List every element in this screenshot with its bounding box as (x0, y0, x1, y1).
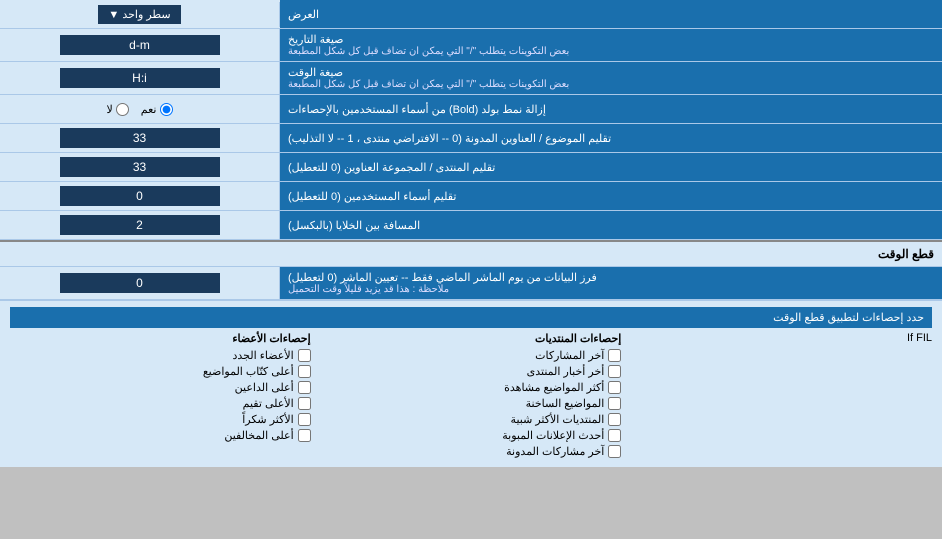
forum-trim-row: تقليم المنتدى / المجموعة العناوين (0 للت… (0, 153, 942, 182)
display-dropdown[interactable]: سطر واحد ▼ (98, 5, 180, 24)
bold-input-container: نعم لا (0, 95, 280, 123)
display-row: العرض سطر واحد ▼ (0, 0, 942, 29)
cb-most-viewed[interactable]: أكثر المواضيع مشاهدة (321, 381, 622, 394)
checkboxes-header: حدد إحصاءات لتطبيق قطع الوقت (10, 307, 932, 328)
cb-classifieds[interactable]: أحدث الإعلانات المبوبة (321, 429, 622, 442)
bold-no-radio[interactable] (116, 103, 129, 116)
cb-hot-topics[interactable]: المواضيع الساخنة (321, 397, 622, 410)
col-note-text: If FIL (631, 332, 932, 344)
forum-trim-label: تقليم المنتدى / المجموعة العناوين (0 للت… (280, 153, 942, 181)
cb-most-similar[interactable]: المنتديات الأكثر شبية (321, 413, 622, 426)
username-trim-row: تقليم أسماء المستخدمين (0 للتعطيل) (0, 182, 942, 211)
main-container: العرض سطر واحد ▼ صيغة التاريخ بعض التكوي… (0, 0, 942, 467)
cb-top-inviters[interactable]: أعلى الداعين (10, 381, 311, 394)
topic-trim-input-container (0, 124, 280, 152)
col-note: If FIL (631, 332, 932, 461)
date-format-field[interactable] (60, 35, 220, 55)
username-trim-input-container (0, 182, 280, 210)
topic-trim-label: تقليم الموضوع / العناوين المدونة (0 -- ا… (280, 124, 942, 152)
cell-spacing-label: المسافة بين الخلايا (بالبكسل) (280, 211, 942, 239)
cb-most-thanks[interactable]: الأكثر شكراً (10, 413, 311, 426)
cell-spacing-row: المسافة بين الخلايا (بالبكسل) (0, 211, 942, 240)
time-format-input-container (0, 62, 280, 94)
cell-spacing-field[interactable] (60, 215, 220, 235)
date-format-row: صيغة التاريخ بعض التكوينات يتطلب "/" الت… (0, 29, 942, 62)
checkboxes-grid: If FIL إحصاءات المنتديات آخر المشاركات أ… (10, 332, 932, 461)
cut-time-section-header: قطع الوقت (0, 240, 942, 267)
bold-no-label[interactable]: لا (107, 103, 129, 116)
checkboxes-section: حدد إحصاءات لتطبيق قطع الوقت If FIL إحصا… (0, 300, 942, 467)
bold-yes-label[interactable]: نعم (141, 103, 173, 116)
bold-yes-radio[interactable] (160, 103, 173, 116)
time-format-label: صيغة الوقت بعض التكوينات يتطلب "/" التي … (280, 62, 942, 94)
forum-trim-field[interactable] (60, 157, 220, 177)
cb-blog-posts[interactable]: آخر مشاركات المدونة (321, 445, 622, 458)
forum-trim-input-container (0, 153, 280, 181)
username-trim-field[interactable] (60, 186, 220, 206)
bold-radio-group: نعم لا (107, 103, 173, 116)
time-format-row: صيغة الوقت بعض التكوينات يتطلب "/" التي … (0, 62, 942, 95)
cutoff-label: فرز البيانات من يوم الماشر الماضي فقط --… (280, 267, 942, 299)
cutoff-field[interactable] (60, 273, 220, 293)
topic-trim-row: تقليم الموضوع / العناوين المدونة (0 -- ا… (0, 124, 942, 153)
col1-header: إحصاءات الأعضاء (10, 332, 311, 345)
col-members-stats: إحصاءات الأعضاء الأعضاء الجدد أعلى كتّاب… (10, 332, 311, 461)
username-trim-label: تقليم أسماء المستخدمين (0 للتعطيل) (280, 182, 942, 210)
display-input[interactable]: سطر واحد ▼ (0, 2, 280, 27)
col2-header: إحصاءات المنتديات (321, 332, 622, 345)
bold-label: إزالة نمط بولد (Bold) من أسماء المستخدمي… (280, 95, 942, 123)
cb-last-posts[interactable]: آخر المشاركات (321, 349, 622, 362)
topic-trim-field[interactable] (60, 128, 220, 148)
col-forums-stats: إحصاءات المنتديات آخر المشاركات أخر أخبا… (321, 332, 622, 461)
bold-row: إزالة نمط بولد (Bold) من أسماء المستخدمي… (0, 95, 942, 124)
cutoff-input-container (0, 267, 280, 299)
cell-spacing-input-container (0, 211, 280, 239)
cutoff-row: فرز البيانات من يوم الماشر الماضي فقط --… (0, 267, 942, 300)
display-label: العرض (280, 0, 942, 28)
date-format-input-container (0, 29, 280, 61)
cb-top-authors[interactable]: أعلى كتّاب المواضيع (10, 365, 311, 378)
cb-new-members[interactable]: الأعضاء الجدد (10, 349, 311, 362)
cb-top-rated[interactable]: الأعلى تقيم (10, 397, 311, 410)
time-format-field[interactable] (60, 68, 220, 88)
date-format-label: صيغة التاريخ بعض التكوينات يتطلب "/" الت… (280, 29, 942, 61)
cb-top-violators[interactable]: أعلى المخالفين (10, 429, 311, 442)
cb-forum-news[interactable]: أخر أخبار المنتدى (321, 365, 622, 378)
